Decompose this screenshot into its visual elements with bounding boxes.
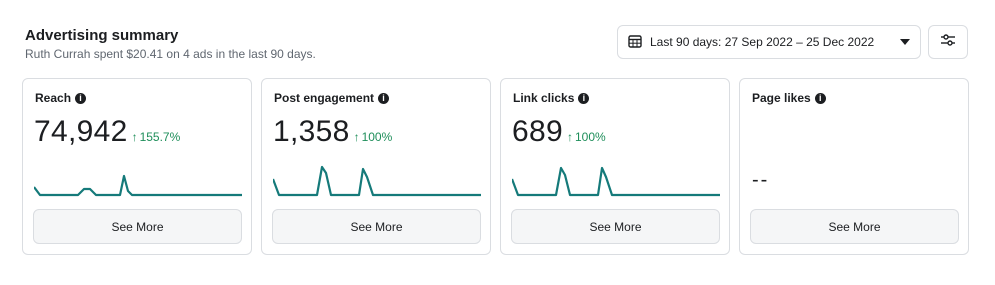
page-likes-label: Page likes <box>752 91 811 105</box>
post-engagement-see-more-button[interactable]: See More <box>272 209 481 244</box>
reach-card: Reach i 74,942 ↑ 155.7% See More <box>22 78 252 255</box>
page-likes-card: Page likes i -- See More <box>739 78 969 255</box>
calendar-icon <box>628 34 642 51</box>
post-engagement-card: Post engagement i 1,358 ↑ 100% See More <box>261 78 491 255</box>
reach-sparkline <box>34 174 242 197</box>
link-clicks-change: 100% <box>574 130 606 144</box>
arrow-up-icon: ↑ <box>353 130 360 144</box>
arrow-up-icon: ↑ <box>566 130 573 144</box>
info-icon[interactable]: i <box>814 92 826 104</box>
link-clicks-see-more-button[interactable]: See More <box>511 209 720 244</box>
post-engagement-sparkline <box>273 165 481 197</box>
date-range-dropdown[interactable]: Last 90 days: 27 Sep 2022 – 25 Dec 2022 <box>617 25 921 59</box>
link-clicks-value: 689 <box>512 115 563 148</box>
info-icon[interactable]: i <box>578 92 590 104</box>
settings-sliders-icon <box>940 33 956 51</box>
link-clicks-sparkline <box>512 166 720 197</box>
post-engagement-change: 100% <box>361 130 393 144</box>
post-engagement-value: 1,358 <box>273 115 350 148</box>
chevron-down-icon <box>900 39 910 45</box>
reach-see-more-button[interactable]: See More <box>33 209 242 244</box>
arrow-up-icon: ↑ <box>131 130 138 144</box>
filter-settings-button[interactable] <box>928 25 968 59</box>
date-range-label: Last 90 days: 27 Sep 2022 – 25 Dec 2022 <box>650 35 875 49</box>
reach-change: 155.7% <box>139 130 181 144</box>
advertising-summary-subtitle: Ruth Currah spent $20.41 on 4 ads in the… <box>25 47 316 61</box>
advertising-summary-title: Advertising summary <box>25 27 179 44</box>
info-icon[interactable]: i <box>378 92 390 104</box>
reach-value: 74,942 <box>34 115 128 148</box>
link-clicks-label: Link clicks <box>513 91 575 105</box>
post-engagement-label: Post engagement <box>274 91 375 105</box>
info-icon[interactable]: i <box>75 92 87 104</box>
page-likes-see-more-button[interactable]: See More <box>750 209 959 244</box>
reach-label: Reach <box>35 91 72 105</box>
page-likes-value: -- <box>752 169 770 191</box>
link-clicks-card: Link clicks i 689 ↑ 100% See More <box>500 78 730 255</box>
